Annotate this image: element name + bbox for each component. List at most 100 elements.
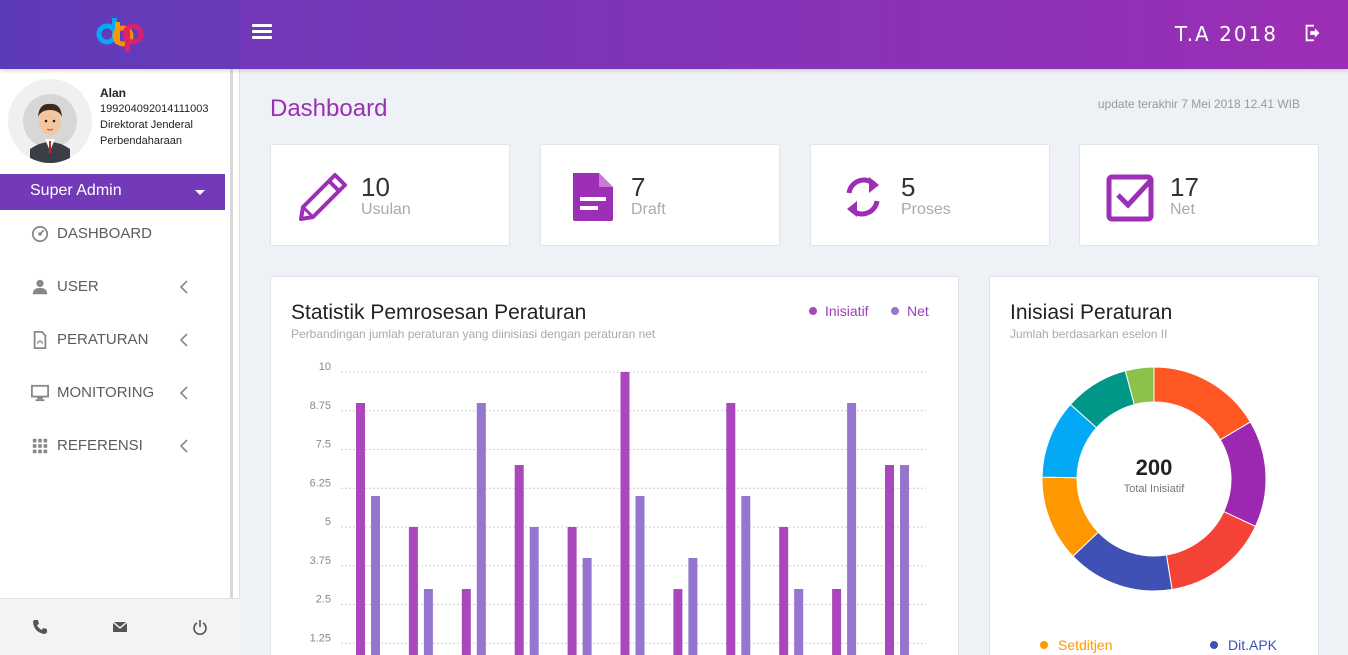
logout-icon[interactable] (1302, 22, 1324, 44)
role-dropdown[interactable]: Super Admin (0, 174, 225, 210)
y-tick-label: 8.75 (310, 400, 331, 412)
stat-label: Proses (901, 201, 951, 218)
stat-card-net[interactable]: 17 Net (1079, 144, 1319, 246)
bar-inisiatif (726, 403, 736, 655)
stat-value: 17 (1170, 172, 1199, 202)
bar-net (741, 496, 751, 655)
sidebar-item-label: MONITORING (57, 384, 155, 401)
stat-label: Draft (631, 201, 666, 218)
sidebar-item-label: DASHBOARD (57, 225, 153, 242)
bar-net (529, 527, 539, 655)
legend-label: Setditjen (1058, 637, 1113, 653)
avatar[interactable] (8, 79, 92, 163)
app-logo[interactable] (96, 14, 144, 54)
bar-inisiatif (567, 527, 577, 655)
profile-unit-line1: Direktorat Jenderal (100, 119, 193, 131)
sidebar-menu: DASHBOARD USER PERATURAN MONITORING REFE… (0, 224, 232, 489)
donut-slice (1165, 510, 1257, 591)
profile-unit-line2: Perbendaharaan (100, 135, 182, 147)
bar-inisiatif (356, 403, 365, 655)
checkbox-icon (1106, 174, 1154, 222)
legend-dot (1040, 641, 1048, 649)
user-profile: Alan 199204092014111003 Direktorat Jende… (0, 69, 232, 169)
bar-net (635, 496, 645, 655)
sidebar-footer (0, 598, 240, 655)
bar-inisiatif (408, 527, 418, 655)
stat-value: 7 (631, 172, 646, 202)
stat-label: Net (1170, 201, 1195, 218)
donut-legend-dit-apk[interactable]: Dit.APK (1210, 637, 1277, 653)
donut-legend-setditjen[interactable]: Setditjen (1040, 637, 1112, 653)
profile-nip: 199204092014111003 (100, 103, 209, 115)
bar-net (582, 558, 592, 655)
pdf-file-icon (33, 331, 47, 349)
sidebar-item-monitoring[interactable]: MONITORING (0, 383, 232, 436)
bar-inisiatif (620, 372, 630, 655)
role-label: Super Admin (30, 182, 122, 199)
bar-inisiatif (673, 589, 683, 655)
y-tick-label: 1.25 (310, 632, 331, 644)
donut-slice (1153, 366, 1252, 441)
y-tick-label: 2.5 (316, 594, 331, 606)
legend-label: Dit.APK (1228, 637, 1278, 653)
sidebar-item-referensi[interactable]: REFERENSI (0, 436, 232, 489)
bar-net (688, 558, 698, 655)
stat-label: Usulan (361, 201, 411, 218)
inisiasi-panel: Inisiasi Peraturan Jumlah berdasarkan es… (989, 276, 1319, 655)
stat-value: 5 (901, 172, 916, 202)
legend-dot (1210, 641, 1218, 649)
bar-inisiatif (885, 465, 894, 655)
stat-value: 10 (361, 172, 390, 202)
sidebar-item-label: USER (57, 278, 99, 295)
grid-icon (32, 438, 48, 454)
phone-icon[interactable] (32, 619, 48, 635)
bar-net (847, 403, 857, 655)
pencil-icon (299, 173, 347, 221)
profile-name: Alan (100, 86, 127, 100)
donut-total-label: Total Inisiatif (1123, 483, 1185, 495)
menu-toggle-button[interactable] (252, 24, 272, 42)
y-tick-label: 7.5 (316, 439, 331, 451)
sidebar-item-dashboard[interactable]: DASHBOARD (0, 224, 232, 277)
y-tick-label: 10 (319, 361, 331, 373)
chevron-left-icon (179, 439, 188, 453)
bar-net (900, 465, 909, 655)
bar-net (423, 589, 433, 655)
chevron-left-icon (179, 280, 188, 294)
bar-net (476, 403, 486, 655)
stat-card-proses[interactable]: 5 Proses (810, 144, 1050, 246)
dashboard-icon (31, 225, 49, 243)
statistik-panel: Statistik Pemrosesan Peraturan Perbandin… (270, 276, 959, 655)
fiscal-year-label: T.A 2018 (1174, 22, 1278, 46)
mail-icon[interactable] (112, 619, 128, 635)
sidebar-item-peraturan[interactable]: PERATURAN (0, 330, 232, 383)
bar-inisiatif (514, 465, 524, 655)
stat-card-usulan[interactable]: 10 Usulan (270, 144, 510, 246)
monitor-icon (31, 384, 49, 402)
sidebar-item-user[interactable]: USER (0, 277, 232, 330)
top-navbar: T.A 2018 (0, 0, 1348, 69)
bar-net (794, 589, 804, 655)
page-title: Dashboard (270, 95, 388, 122)
profile-info: Alan 199204092014111003 Direktorat Jende… (100, 85, 209, 149)
user-icon (32, 279, 48, 295)
bar-chart: 10 8.75 7.5 6.25 5 3.75 2.5 1.25 (310, 361, 926, 655)
y-tick-label: 5 (325, 516, 331, 528)
stat-card-draft[interactable]: 7 Draft (540, 144, 780, 246)
sidebar: Alan 199204092014111003 Direktorat Jende… (0, 69, 240, 655)
y-tick-label: 3.75 (310, 555, 331, 567)
last-update-text: update terakhir 7 Mei 2018 12.41 WIB (1097, 97, 1300, 111)
sidebar-item-label: PERATURAN (57, 331, 149, 348)
bar-inisiatif (832, 589, 842, 655)
chevron-left-icon (179, 333, 188, 347)
power-icon[interactable] (192, 619, 208, 635)
refresh-icon (846, 177, 880, 217)
caret-down-icon (195, 190, 205, 195)
document-icon (573, 173, 613, 221)
bar-inisiatif (461, 589, 471, 655)
bar-net (371, 496, 380, 655)
sidebar-item-label: REFERENSI (57, 437, 143, 454)
bar-inisiatif (779, 527, 789, 655)
donut-total-value: 200 (1135, 455, 1173, 480)
y-tick-label: 6.25 (310, 477, 331, 489)
